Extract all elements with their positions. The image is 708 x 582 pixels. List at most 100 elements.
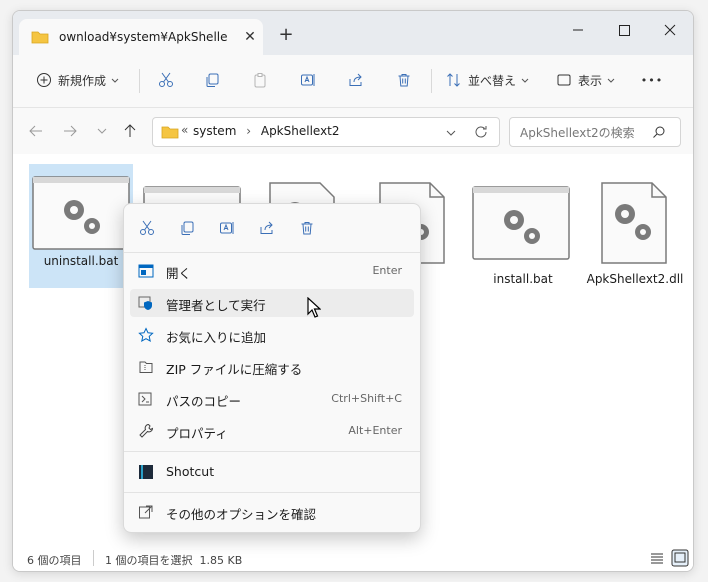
- view-button[interactable]: 表示: [553, 65, 619, 95]
- context-delete-button[interactable]: [297, 218, 317, 238]
- folder-icon: [161, 126, 179, 139]
- file-item-uninstall-bat[interactable]: uninstall.bat: [29, 164, 133, 288]
- sort-button[interactable]: 並べ替え: [443, 65, 533, 95]
- chevron-down-icon[interactable]: [445, 127, 457, 139]
- breadcrumb-apkshellext2[interactable]: ApkShellext2: [261, 124, 340, 138]
- maximize-icon: [619, 25, 630, 36]
- item-count: 6 個の項目: [27, 554, 82, 567]
- share-icon: [349, 73, 362, 86]
- chevron-down-icon: [521, 78, 529, 83]
- navigation-bar: « system › ApkShellext2 ApkShellext2の検索: [13, 108, 693, 154]
- delete-button[interactable]: [391, 65, 417, 95]
- sort-icon: [447, 73, 460, 87]
- tab-bar: ownload¥system¥ApkShellext2 ✕ +: [13, 11, 693, 55]
- rename-icon: [220, 222, 234, 234]
- menu-separator: [124, 451, 420, 452]
- sort-label: 並べ替え: [467, 73, 516, 88]
- menu-item-shortcut: Enter: [372, 264, 402, 277]
- menu-item-shotcut[interactable]: Shotcut: [130, 458, 414, 486]
- share-button[interactable]: [343, 65, 369, 95]
- menu-item-properties[interactable]: プロパティ Alt+Enter: [130, 417, 414, 445]
- breadcrumb-separator: ›: [246, 124, 252, 138]
- rename-button[interactable]: [295, 65, 321, 95]
- star-icon: [138, 327, 154, 342]
- scissors-icon: [140, 220, 154, 235]
- cut-button[interactable]: [153, 65, 179, 95]
- copy-icon: [181, 221, 194, 235]
- plus-circle-icon: [36, 73, 51, 87]
- chevron-down-icon: [97, 128, 107, 134]
- menu-item-open[interactable]: 開く Enter: [130, 257, 414, 285]
- context-copy-button[interactable]: [177, 218, 197, 238]
- menu-item-shortcut: Ctrl+Shift+C: [331, 392, 402, 405]
- context-quick-actions: [124, 204, 420, 253]
- bat-file-icon: [472, 186, 570, 260]
- selection-info: 1 個の項目を選択 1.85 KB: [105, 554, 243, 567]
- new-tab-button[interactable]: +: [275, 24, 297, 46]
- chevron-down-icon: [111, 78, 119, 83]
- view-label: 表示: [577, 73, 602, 88]
- toolbar-separator: [139, 69, 140, 93]
- new-button[interactable]: 新規作成: [31, 65, 125, 95]
- search-placeholder: ApkShellext2の検索: [520, 126, 635, 140]
- command-bar: 新規作成 並べ替え 表示 •••: [13, 55, 693, 108]
- context-share-button[interactable]: [257, 218, 277, 238]
- trash-icon: [301, 222, 313, 235]
- menu-item-zip[interactable]: ZIP ファイルに圧縮する: [130, 353, 414, 381]
- details-view-icon[interactable]: [649, 550, 665, 566]
- breadcrumb-system[interactable]: system: [193, 124, 236, 138]
- open-icon: [138, 264, 154, 278]
- dll-file-icon: [601, 182, 667, 264]
- status-separator: [93, 550, 94, 566]
- file-name: ApkShellext2.dll: [586, 272, 684, 286]
- menu-item-label: プロパティ: [166, 426, 228, 441]
- address-bar[interactable]: « system › ApkShellext2: [152, 117, 500, 147]
- up-button[interactable]: [119, 120, 141, 142]
- mouse-cursor-icon: [307, 297, 321, 318]
- close-window-button[interactable]: [647, 15, 693, 45]
- more-button[interactable]: •••: [639, 65, 665, 95]
- copy-icon: [206, 73, 219, 87]
- minimize-button[interactable]: [555, 15, 601, 45]
- path-icon: [138, 392, 152, 406]
- menu-item-run-as-admin[interactable]: 管理者として実行: [130, 289, 414, 317]
- context-rename-button[interactable]: [217, 218, 237, 238]
- context-menu: 開く Enter 管理者として実行 お気に入りに追加 ZIP ファイルに圧縮する…: [123, 203, 421, 533]
- tab-title: ownload¥system¥ApkShellext2: [59, 30, 227, 44]
- refresh-icon[interactable]: [473, 124, 489, 140]
- menu-item-label: パスのコピー: [166, 394, 242, 409]
- folder-icon: [31, 31, 49, 44]
- search-box[interactable]: ApkShellext2の検索: [509, 117, 681, 147]
- breadcrumb-overflow[interactable]: «: [181, 123, 188, 137]
- context-cut-button[interactable]: [137, 218, 157, 238]
- menu-separator: [124, 492, 420, 493]
- zip-icon: [139, 361, 153, 373]
- tab-current[interactable]: ownload¥system¥ApkShellext2 ✕: [19, 19, 263, 55]
- recent-locations-button[interactable]: [91, 120, 113, 142]
- forward-button[interactable]: [59, 120, 81, 142]
- file-item-apkshellext2-dll[interactable]: ApkShellext2.dll: [583, 164, 687, 288]
- menu-item-copy-path[interactable]: パスのコピー Ctrl+Shift+C: [130, 385, 414, 413]
- new-button-label: 新規作成: [57, 73, 106, 88]
- menu-item-label: お気に入りに追加: [166, 330, 267, 345]
- chevron-down-icon: [607, 78, 615, 83]
- menu-item-more-options[interactable]: その他のオプションを確認: [130, 498, 414, 526]
- menu-item-label: Shotcut: [166, 464, 215, 479]
- scissors-icon: [159, 72, 173, 87]
- menu-item-add-favorite[interactable]: お気に入りに追加: [130, 321, 414, 349]
- paste-button[interactable]: [247, 65, 273, 95]
- close-icon: [664, 24, 676, 36]
- view-icon: [557, 74, 571, 86]
- share-icon: [260, 221, 273, 234]
- trash-icon: [398, 74, 410, 87]
- copy-button[interactable]: [199, 65, 225, 95]
- file-item-install-bat[interactable]: install.bat: [467, 164, 579, 288]
- tab-close-button[interactable]: ✕: [241, 28, 259, 46]
- large-icons-view-icon[interactable]: [671, 549, 689, 567]
- back-button[interactable]: [25, 120, 47, 142]
- bat-file-icon: [32, 176, 130, 250]
- maximize-button[interactable]: [601, 15, 647, 45]
- menu-item-label: その他のオプションを確認: [166, 507, 317, 522]
- menu-item-shortcut: Alt+Enter: [348, 424, 402, 437]
- rename-icon: [301, 74, 315, 86]
